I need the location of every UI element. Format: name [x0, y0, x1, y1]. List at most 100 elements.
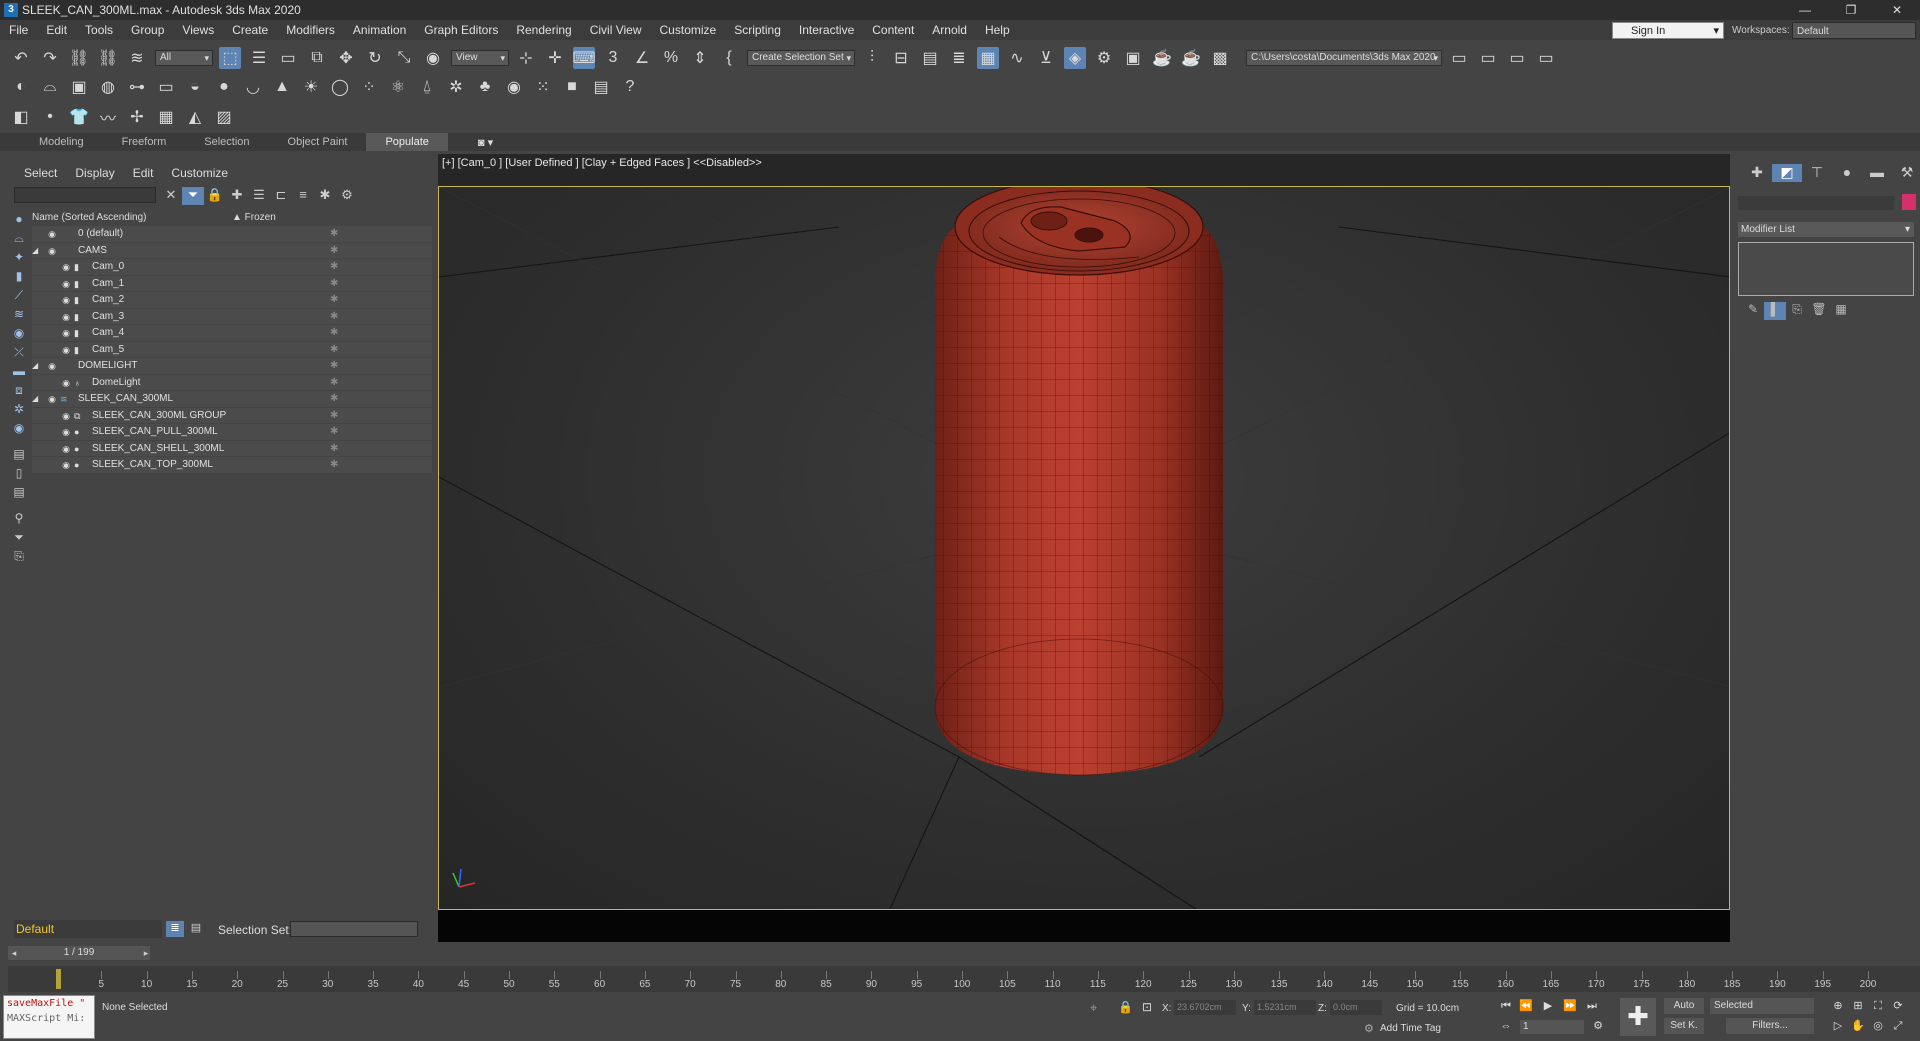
- add-time-tag-button[interactable]: Add Time Tag: [1380, 1023, 1441, 1034]
- expand-arrow-icon[interactable]: ◢: [32, 391, 42, 407]
- funnel-icon[interactable]: ⏷: [10, 530, 28, 548]
- tree-row[interactable]: ◢ ◉ DOMELIGHT ✱: [32, 358, 432, 375]
- sign-in-dropdown[interactable]: Sign In ▾: [1612, 22, 1724, 39]
- isolate-icon[interactable]: ⌖: [1090, 1000, 1097, 1016]
- menu-graph-editors[interactable]: Graph Editors: [415, 20, 507, 40]
- zoom-extents-icon[interactable]: ⛶: [1870, 998, 1886, 1014]
- eye-icon[interactable]: ◉: [46, 243, 58, 259]
- rendered-frame-window-icon[interactable]: ▣: [1122, 47, 1144, 69]
- point-icon[interactable]: •: [39, 106, 61, 128]
- create-camera-icon[interactable]: ◍: [97, 76, 119, 98]
- tree-row[interactable]: ◢ ◉ CAMS ✱: [32, 242, 432, 259]
- render-setup-icon[interactable]: ⚙: [1093, 47, 1115, 69]
- tab-populate[interactable]: Populate: [366, 133, 448, 151]
- create-light-icon[interactable]: ▣: [68, 76, 90, 98]
- link-icon[interactable]: ⛓: [68, 47, 90, 69]
- place-icon[interactable]: ◉: [422, 47, 444, 69]
- minimize-button[interactable]: —: [1782, 0, 1828, 20]
- snowflake-icon[interactable]: ✱: [330, 309, 338, 325]
- clear-search-icon[interactable]: ✕: [160, 187, 182, 205]
- key-mode-icon[interactable]: ⇔: [1498, 1018, 1514, 1034]
- dots-icon[interactable]: ⁙: [532, 76, 554, 98]
- rotate-icon[interactable]: ↻: [364, 47, 386, 69]
- zoom-icon[interactable]: ⊕: [1830, 998, 1846, 1014]
- hierarchy-tab-icon[interactable]: ⊤: [1802, 164, 1832, 182]
- next-frame-icon[interactable]: ▸: [140, 946, 152, 960]
- eye-icon[interactable]: ◉: [46, 391, 58, 407]
- eye-icon[interactable]: ◉: [60, 375, 72, 391]
- time-config-icon[interactable]: ⚙: [1590, 1018, 1606, 1034]
- add-layer-icon[interactable]: ✚: [226, 187, 248, 205]
- angle-snap-icon[interactable]: ∠: [631, 47, 653, 69]
- move-icon[interactable]: ✥: [335, 47, 357, 69]
- bone-icon[interactable]: ✢: [126, 106, 148, 128]
- menu-arnold[interactable]: Arnold: [923, 20, 976, 40]
- snowflake-icon[interactable]: ✱: [330, 408, 338, 424]
- menu-customize[interactable]: Customize: [651, 20, 726, 40]
- eye-icon[interactable]: ◉: [60, 342, 72, 358]
- display-geometry-icon[interactable]: ●: [10, 212, 28, 230]
- project-folder-icon[interactable]: ▭: [1448, 47, 1470, 69]
- utilities-tab-icon[interactable]: ⚒: [1892, 164, 1920, 182]
- eye-icon[interactable]: ◉: [60, 325, 72, 341]
- menu-rendering[interactable]: Rendering: [507, 20, 580, 40]
- window-crossing-icon[interactable]: ⧉: [306, 47, 328, 69]
- layers-icon[interactable]: ◧: [10, 106, 32, 128]
- expand-arrow-icon[interactable]: ◢: [32, 358, 42, 374]
- manipulate-icon[interactable]: ✛: [544, 47, 566, 69]
- modifier-stack[interactable]: [1738, 242, 1914, 296]
- cone-icon[interactable]: ▲: [271, 76, 293, 98]
- menu-views[interactable]: Views: [173, 20, 223, 40]
- tree-row[interactable]: ◉ ♁ DomeLight ✱: [32, 374, 432, 391]
- tab-selection[interactable]: Selection: [185, 133, 268, 151]
- menu-tools[interactable]: Tools: [76, 20, 122, 40]
- create-shape-icon[interactable]: ⌓: [39, 76, 61, 98]
- track-bar[interactable]: 5 10 15 20 25 30 35 40 45 50 55 60 65 70 75 80 85 90 95 100…: [8, 966, 1920, 992]
- open-project-icon[interactable]: ▭: [1477, 47, 1499, 69]
- eye-icon[interactable]: ◉: [60, 441, 72, 457]
- particles-icon[interactable]: ⁘: [358, 76, 380, 98]
- selection-set-dropdown[interactable]: [290, 921, 418, 937]
- viewport-canvas[interactable]: [438, 186, 1730, 910]
- rect-selection-icon[interactable]: ▭: [277, 47, 299, 69]
- explorer-menu-display[interactable]: Display: [75, 166, 114, 180]
- make-unique-icon[interactable]: ⎘: [1786, 302, 1808, 320]
- sun-icon[interactable]: ☀: [300, 76, 322, 98]
- eye-icon[interactable]: ◉: [60, 457, 72, 473]
- current-frame-marker[interactable]: [56, 969, 61, 989]
- set-key-icon[interactable]: ✚: [1620, 998, 1656, 1036]
- maxscript-listener[interactable]: saveMaxFile " MAXScript Mi:: [3, 995, 95, 1039]
- remove-modifier-icon[interactable]: 🗑: [1808, 302, 1830, 320]
- snowflake-icon[interactable]: ✱: [330, 276, 338, 292]
- key-filters-button[interactable]: Filters...: [1726, 1018, 1814, 1034]
- tree-row[interactable]: ◉ ● SLEEK_CAN_PULL_300ML ✱: [32, 424, 432, 441]
- key-filter-dropdown[interactable]: Selected: [1710, 998, 1814, 1014]
- eye-icon[interactable]: ◉: [60, 424, 72, 440]
- clipboard-icon[interactable]: ▤: [590, 76, 612, 98]
- show-end-result-icon[interactable]: ▌: [1764, 302, 1786, 320]
- select-by-name-icon[interactable]: ☰: [248, 47, 270, 69]
- column-frozen[interactable]: ▲ Frozen: [232, 210, 276, 226]
- render-iterative-icon[interactable]: ☕: [1180, 47, 1202, 69]
- menu-interactive[interactable]: Interactive: [790, 20, 863, 40]
- create-tab-icon[interactable]: ✚: [1742, 164, 1772, 182]
- pan-icon[interactable]: ✋: [1850, 1018, 1866, 1034]
- modifier-list-dropdown[interactable]: Modifier List ▾: [1738, 222, 1914, 237]
- filter-icon[interactable]: ⏷: [182, 187, 204, 205]
- a360-render-icon[interactable]: ▩: [1209, 47, 1231, 69]
- explorer-search-input[interactable]: [14, 187, 156, 203]
- save-project-icon[interactable]: ▭: [1506, 47, 1528, 69]
- modify-tab-icon[interactable]: ◩: [1772, 164, 1802, 182]
- snowflake-icon[interactable]: ✱: [330, 441, 338, 457]
- render-production-icon[interactable]: ☕: [1151, 47, 1173, 69]
- y-coordinate-field[interactable]: 1.5231cm: [1254, 1000, 1316, 1015]
- display-groups-icon[interactable]: ◉: [10, 326, 28, 344]
- maximize-button[interactable]: ❐: [1828, 0, 1874, 20]
- toggle-scene-explorer-icon[interactable]: ▤: [919, 47, 941, 69]
- previous-key-icon[interactable]: ⏪: [1518, 998, 1534, 1014]
- orbit-icon[interactable]: ⟳: [1890, 998, 1906, 1014]
- tree-row[interactable]: ◉ ▮ Cam_4 ✱: [32, 325, 432, 342]
- mirror-icon[interactable]: ⫶: [861, 47, 883, 69]
- field-of-view-icon[interactable]: ▷: [1830, 1018, 1846, 1034]
- spinner-snap-icon[interactable]: ⇕: [689, 47, 711, 69]
